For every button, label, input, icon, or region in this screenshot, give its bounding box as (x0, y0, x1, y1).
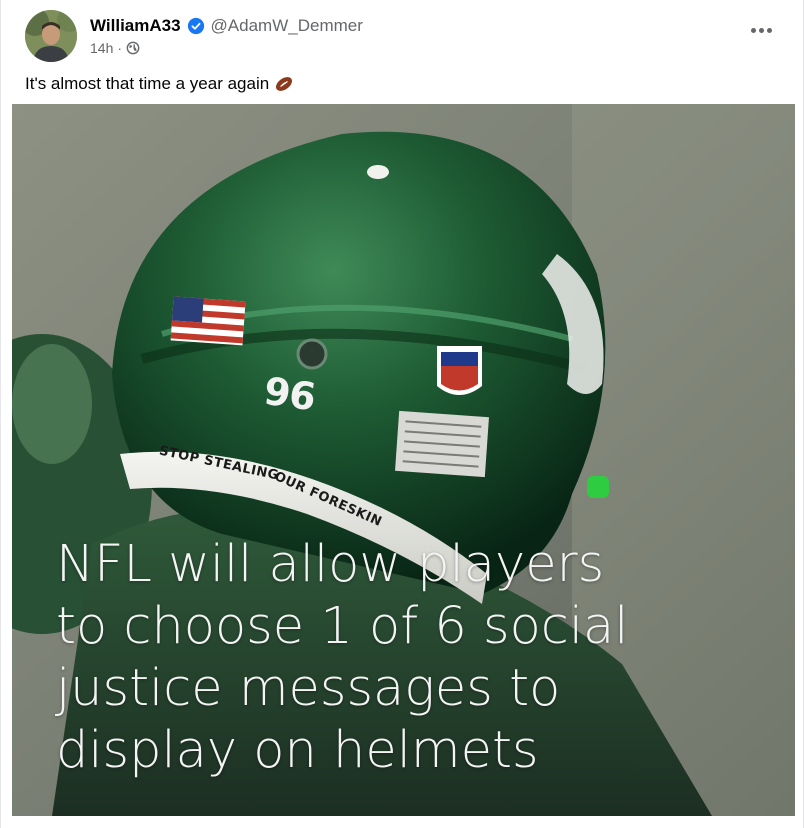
author-name[interactable]: WilliamA33 (90, 16, 181, 36)
overlay-line: display on helmets (56, 721, 539, 780)
helmet-number: 96 (261, 368, 318, 420)
american-football-icon (274, 74, 294, 94)
caption-text: It's almost that time a year again (25, 74, 270, 93)
meta-separator: · (117, 40, 123, 56)
post-image[interactable]: 96 STOP STEALING OUR FORESKIN NFL will a… (12, 104, 795, 816)
author-avatar[interactable] (25, 10, 77, 62)
globe-icon[interactable] (126, 41, 140, 55)
author-line: WilliamA33 @AdamW_Demmer (90, 16, 363, 36)
post-timestamp[interactable]: 14h (90, 40, 113, 56)
author-handle[interactable]: @AdamW_Demmer (211, 16, 363, 36)
image-overlay-text: NFL will allow players to choose 1 of 6 … (56, 534, 628, 782)
post-caption: It's almost that time a year again (25, 74, 294, 94)
post-meta: 14h · (90, 40, 140, 56)
avatar-image (25, 10, 77, 62)
verified-badge-icon (187, 17, 205, 35)
post-card: WilliamA33 @AdamW_Demmer 14h · It's almo… (0, 0, 804, 828)
overlay-line: NFL will allow players (56, 535, 605, 594)
overlay-line: justice messages to (56, 659, 561, 718)
post-header: WilliamA33 @AdamW_Demmer 14h · (25, 10, 785, 62)
overlay-line: to choose 1 of 6 social (56, 597, 629, 656)
more-options-icon[interactable] (743, 16, 779, 44)
